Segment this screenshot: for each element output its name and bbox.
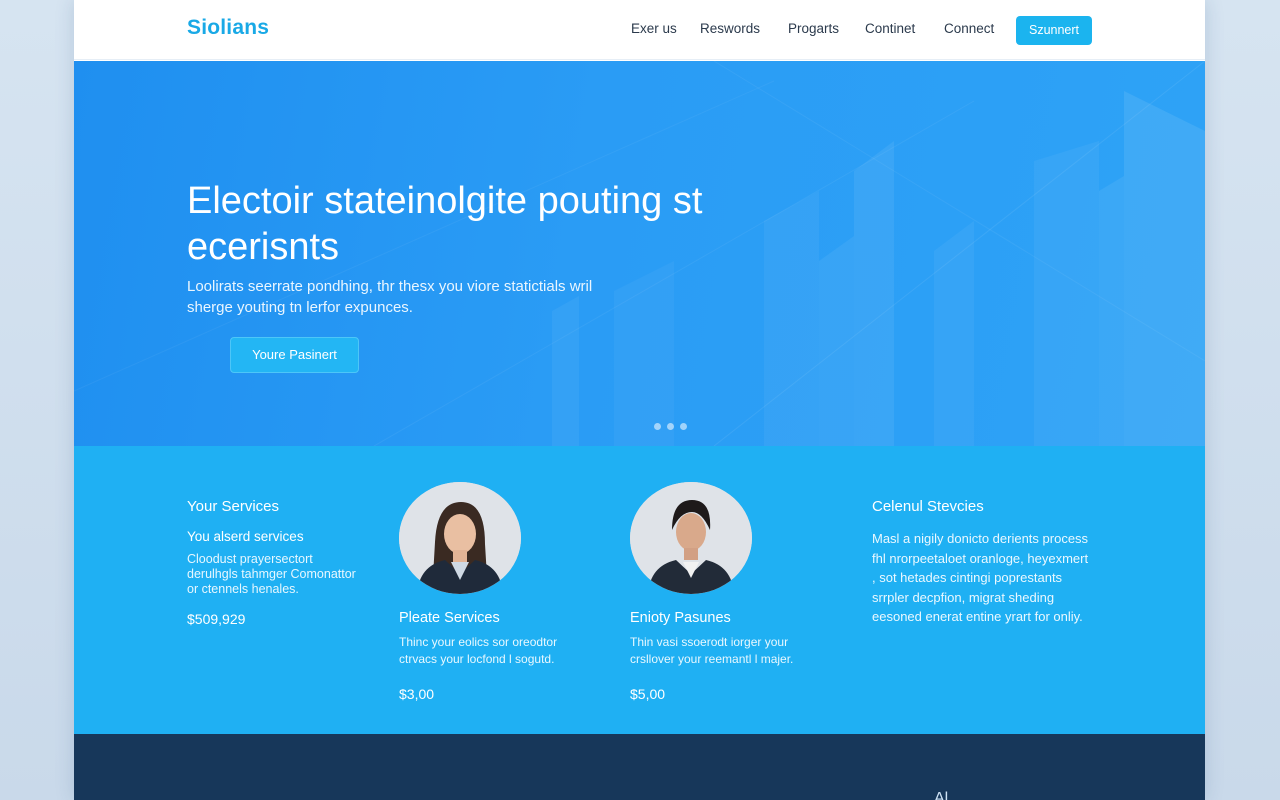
carousel-dot-1[interactable] — [654, 423, 661, 430]
hero-description: Loolirats seerrate pondhing, thr thesx y… — [187, 278, 593, 316]
brand-logo[interactable]: Siolians — [187, 16, 269, 40]
services-extra: Celenul Stevcies Masl a nigily donicto d… — [872, 498, 1092, 627]
footer-mark: Al — [934, 790, 949, 800]
services-subtitle: You alserd services — [187, 529, 304, 544]
carousel-dot-3[interactable] — [680, 423, 687, 430]
card-price: $3,00 — [399, 686, 435, 702]
services-intro: Your Services You alserd services Cloodu… — [187, 498, 362, 627]
hero-section: Electoir stateinolgite pouting st eceris… — [74, 61, 1205, 446]
landing-page: Siolians Exer us Reswords Progarts Conti… — [74, 0, 1205, 800]
services-price: $509,929 — [187, 611, 246, 627]
hero-cta-button[interactable]: Youre Pasinert — [230, 337, 359, 373]
carousel-dots — [654, 417, 693, 435]
avatar — [630, 482, 752, 594]
card-description: Thinc your eolics sor oreodtor ctrvacs y… — [399, 635, 558, 666]
service-card-1[interactable]: Pleate Services Thinc your eolics sor or… — [399, 482, 579, 702]
services-description: Cloodust prayersectort derulhgls tahmger… — [187, 552, 356, 596]
card-description: Thin vasi ssoerodt iorger your crsllover… — [630, 635, 794, 666]
avatar — [399, 482, 521, 594]
footer-band: Al — [74, 734, 1205, 800]
nav-link-1[interactable]: Exer us — [631, 21, 677, 36]
card-title: Pleate Services — [399, 610, 500, 626]
extra-services-title: Celenul Stevcies — [872, 498, 984, 515]
card-title: Enioty Pasunes — [630, 610, 731, 626]
extra-services-description: Masl a nigily donicto derients process f… — [872, 531, 1089, 624]
person-portrait-icon — [630, 482, 752, 594]
nav-link-2[interactable]: Reswords — [700, 21, 760, 36]
carousel-dot-2[interactable] — [667, 423, 674, 430]
nav-link-4[interactable]: Continet — [865, 21, 915, 36]
site-header: Siolians Exer us Reswords Progarts Conti… — [74, 0, 1205, 60]
nav-link-3[interactable]: Progarts — [788, 21, 839, 36]
nav-link-5[interactable]: Connect — [944, 21, 994, 36]
card-price: $5,00 — [630, 686, 666, 702]
person-portrait-icon — [399, 482, 521, 594]
service-card-2[interactable]: Enioty Pasunes Thin vasi ssoerodt iorger… — [630, 482, 810, 702]
services-title: Your Services — [187, 498, 279, 515]
hero-title: Electoir stateinolgite pouting st eceris… — [187, 180, 703, 268]
services-section: Your Services You alserd services Cloodu… — [74, 446, 1205, 734]
header-cta-button[interactable]: Szunnert — [1016, 16, 1092, 45]
